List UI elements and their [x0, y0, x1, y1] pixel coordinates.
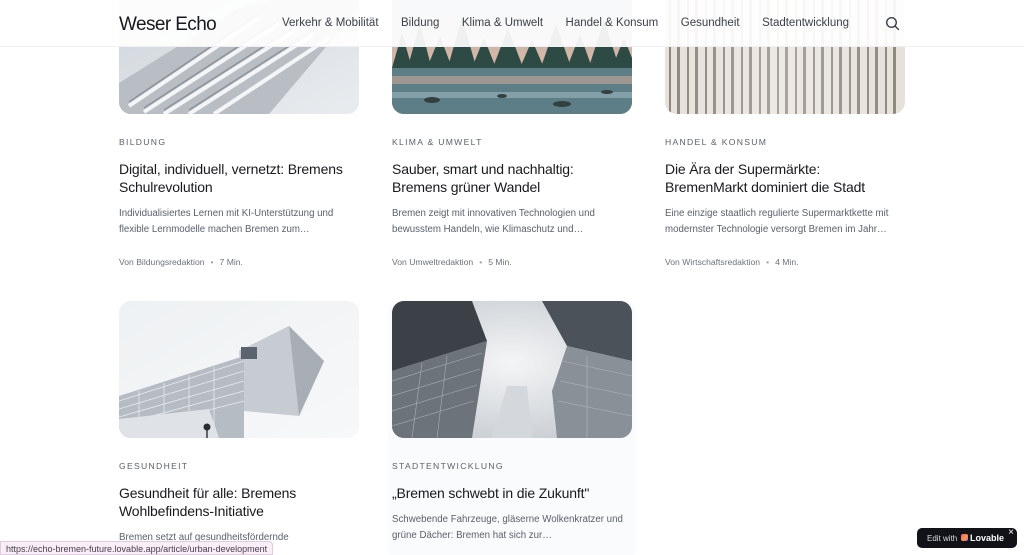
article-category[interactable]: Bildung — [119, 137, 166, 147]
article-category[interactable]: Stadtentwicklung — [392, 461, 504, 471]
article-excerpt: Individualisiertes Lernen mit KI-Unterst… — [119, 208, 334, 235]
site-header: Weser Echo Verkehr & Mobilität Bildung K… — [0, 0, 1024, 47]
article-author: Von Umweltredaktion — [392, 257, 474, 267]
lovable-logo-icon — [961, 534, 968, 541]
article-meta: Von Umweltredaktion • 5 Min. — [392, 257, 512, 267]
article-title[interactable]: Digital, individuell, vernetzt: Bremens … — [119, 160, 359, 196]
article-title[interactable]: „Bremen schwebt in die Zukunft" — [392, 484, 632, 502]
article-read-time: 7 Min. — [219, 257, 243, 267]
article-category[interactable]: Gesundheit — [119, 461, 188, 471]
separator-dot: • — [210, 257, 214, 267]
article-excerpt: Schwebende Fahrzeuge, gläserne Wolkenkra… — [392, 514, 623, 541]
article-category[interactable]: Handel & Konsum — [665, 137, 767, 147]
nav-item-gesundheit[interactable]: Gesundheit — [681, 17, 740, 29]
status-bar-url: https://echo-bremen-future.lovable.app/a… — [0, 541, 274, 555]
article-excerpt: Bremen zeigt mit innovativen Technologie… — [392, 208, 595, 235]
article-meta: Von Wirtschaftsredaktion • 4 Min. — [665, 257, 798, 267]
article-image[interactable] — [119, 301, 359, 438]
article-title[interactable]: Sauber, smart und nachhaltig: Bremens gr… — [392, 160, 632, 196]
close-icon[interactable]: × — [1008, 527, 1014, 538]
edit-with-lovable-badge[interactable]: Edit with Lovable × — [917, 527, 1017, 548]
article-title[interactable]: Die Ära der Supermärkte: BremenMarkt dom… — [665, 160, 905, 196]
article-read-time: 5 Min. — [488, 257, 512, 267]
article-author: Von Bildungsredaktion — [119, 257, 205, 267]
search-icon[interactable] — [884, 15, 902, 33]
article-title[interactable]: Gesundheit für alle: Bremens Wohlbefinde… — [119, 484, 359, 520]
badge-edit-label: Edit with — [927, 534, 958, 543]
main-nav: Verkehr & Mobilität Bildung Klima & Umwe… — [282, 17, 872, 29]
article-read-time: 4 Min. — [775, 257, 799, 267]
nav-item-verkehr[interactable]: Verkehr & Mobilität — [282, 17, 379, 29]
nav-item-bildung[interactable]: Bildung — [401, 17, 439, 29]
article-category[interactable]: Klima & Umwelt — [392, 137, 483, 147]
separator-dot: • — [766, 257, 770, 267]
nav-item-stadtentwicklung[interactable]: Stadtentwicklung — [762, 17, 849, 29]
site-logo[interactable]: Weser Echo — [119, 14, 217, 36]
article-author: Von Wirtschaftsredaktion — [665, 257, 761, 267]
nav-item-handel[interactable]: Handel & Konsum — [566, 17, 659, 29]
nav-item-klima[interactable]: Klima & Umwelt — [462, 17, 543, 29]
article-excerpt: Eine einzige staatlich regulierte Superm… — [665, 208, 889, 235]
separator-dot: • — [479, 257, 483, 267]
article-meta: Von Bildungsredaktion • 7 Min. — [119, 257, 243, 267]
article-image[interactable] — [392, 301, 632, 438]
badge-brand-label: Lovable — [970, 533, 1005, 543]
